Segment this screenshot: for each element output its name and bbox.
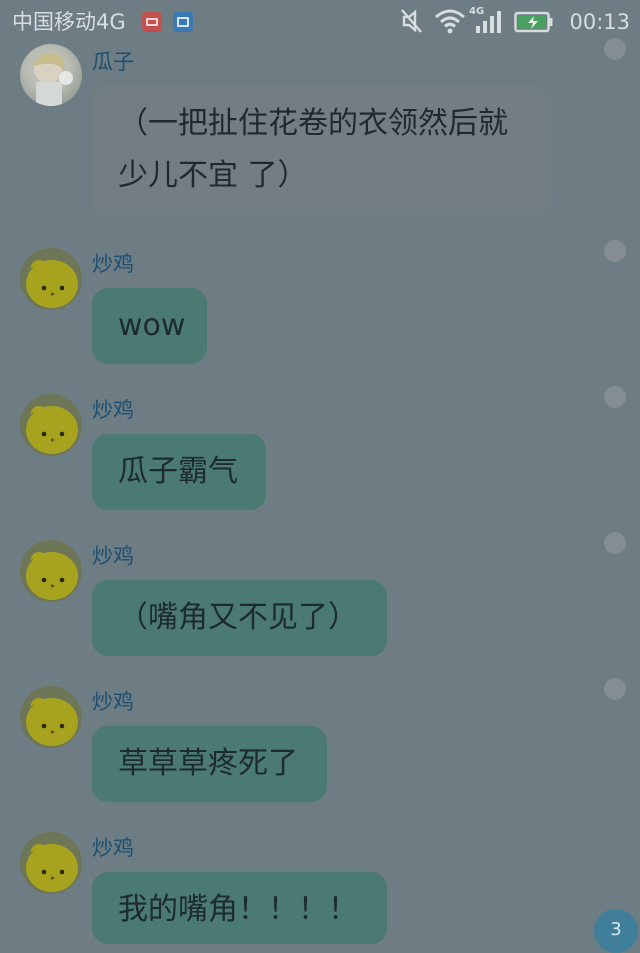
signal-icon <box>476 11 501 33</box>
chick-avatar[interactable] <box>20 394 82 456</box>
message-bubble[interactable]: 瓜子霸气 <box>92 434 266 510</box>
chick-avatar[interactable] <box>20 832 82 894</box>
battery-charging-icon <box>514 11 553 33</box>
status-bar: 中国移动4G 4G 00:13 <box>0 0 640 44</box>
message-line: （嘴角又不见了） <box>118 600 358 635</box>
sender-name: 炒鸡 <box>92 836 134 860</box>
message-status-dot <box>604 38 626 60</box>
message-status-dot <box>604 386 626 408</box>
message-bubble[interactable]: 我的嘴角！！！！ <box>92 872 387 944</box>
sender-name: 炒鸡 <box>92 252 134 276</box>
unread-count-badge[interactable]: 3 <box>594 909 638 953</box>
message-status-dot <box>604 532 626 554</box>
message-bubble[interactable]: 草草草疼死了 <box>92 726 327 802</box>
gallery-notification-icon <box>173 12 193 32</box>
chick-avatar[interactable] <box>20 540 82 602</box>
message-status-dot <box>604 678 626 700</box>
message-bubble[interactable]: wow <box>92 288 207 364</box>
message-bubble[interactable]: （嘴角又不见了） <box>92 580 387 656</box>
sender-name: 炒鸡 <box>92 690 134 714</box>
message-line: 草草草疼死了 <box>118 746 298 781</box>
message-line: wow <box>118 308 186 343</box>
message-line: 我的嘴角！！！！ <box>118 892 358 927</box>
sender-name: 炒鸡 <box>92 544 134 568</box>
message-line: （一把扯住花卷的衣领然后就 <box>118 106 508 141</box>
message-line: 瓜子霸气 <box>118 454 238 489</box>
message-status-dot <box>604 240 626 262</box>
carrier-label: 中国移动4G <box>12 10 126 34</box>
chick-avatar[interactable] <box>20 248 82 310</box>
clock: 00:13 <box>569 10 630 34</box>
wifi-icon <box>435 9 465 34</box>
mail-notification-icon <box>142 12 162 32</box>
message-bubble[interactable]: （一把扯住花卷的衣领然后就 少儿不宜 了） <box>92 84 549 218</box>
chick-avatar[interactable] <box>20 686 82 748</box>
message-line: 少儿不宜 了） <box>118 158 308 193</box>
mute-icon <box>401 9 422 33</box>
sender-name: 炒鸡 <box>92 398 134 422</box>
sender-name: 瓜子 <box>92 50 134 74</box>
guazi-avatar[interactable] <box>20 44 82 106</box>
